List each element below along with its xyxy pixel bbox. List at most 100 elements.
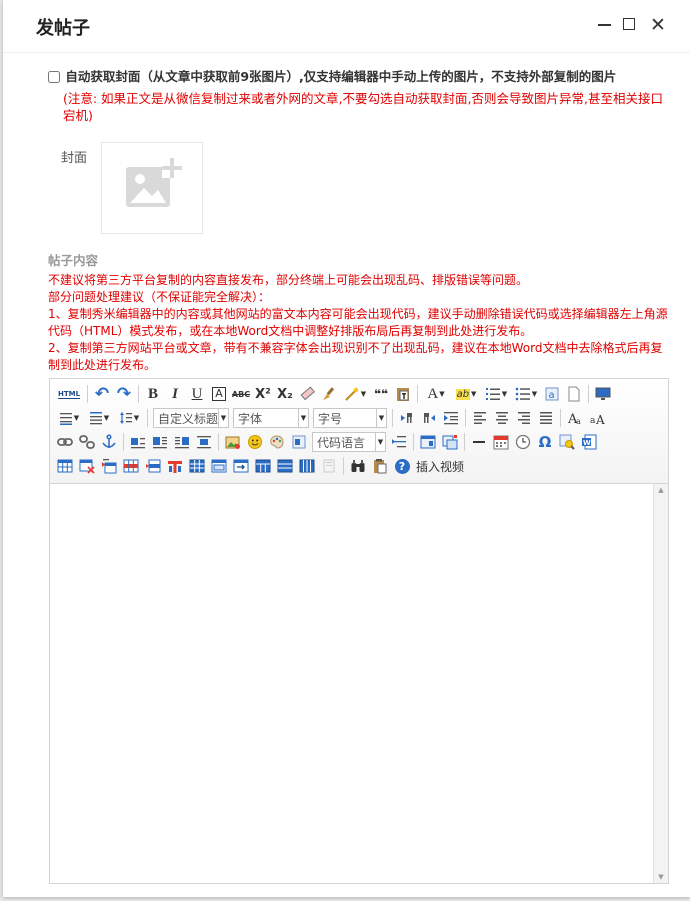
autotypeset-button[interactable]: ▼: [340, 383, 370, 405]
maximize-icon[interactable]: [620, 15, 640, 35]
search-replace-button[interactable]: [556, 431, 578, 453]
eraser-button[interactable]: [296, 383, 318, 405]
auto-cover-option[interactable]: 自动获取封面（从文章中获取前9张图片）,仅支持编辑器中手动上传的图片，不支持外部…: [48, 66, 616, 85]
toolbar-separator: [87, 385, 88, 403]
image-center-button[interactable]: [193, 431, 215, 453]
insert-image-button[interactable]: [222, 431, 244, 453]
uppercase-button[interactable]: Aa: [564, 407, 586, 429]
align-left-button[interactable]: [469, 407, 491, 429]
toolbar-separator: [464, 433, 465, 451]
align-center-button[interactable]: [491, 407, 513, 429]
merge-cells-button[interactable]: [208, 455, 230, 477]
svg-text:W: W: [583, 439, 591, 447]
line-height-button[interactable]: ▼: [54, 407, 84, 429]
merge-right-button[interactable]: [230, 455, 252, 477]
pasteplain-button[interactable]: [392, 383, 414, 405]
text-format-icon: a: [545, 387, 559, 401]
direction-rtl-button[interactable]: [418, 407, 440, 429]
toolbar-separator: [413, 433, 414, 451]
preview-button[interactable]: [592, 383, 614, 405]
delete-table-button[interactable]: [76, 455, 98, 477]
image-left-button[interactable]: [149, 431, 171, 453]
align-right-icon: [518, 412, 530, 424]
backcolor-button[interactable]: ab ▼: [451, 383, 481, 405]
scroll-down-icon[interactable]: ▼: [654, 871, 668, 883]
split-to-cells-button[interactable]: [274, 455, 296, 477]
align-right-button[interactable]: [513, 407, 535, 429]
close-icon[interactable]: ✕: [648, 15, 668, 35]
page-break-button[interactable]: [388, 431, 410, 453]
insert-time-button[interactable]: [512, 431, 534, 453]
merge-down-button[interactable]: [252, 455, 274, 477]
undo-button[interactable]: ↶: [91, 383, 113, 405]
template-button[interactable]: [439, 431, 461, 453]
special-char-button[interactable]: Ω: [534, 431, 556, 453]
bold-button[interactable]: B: [142, 383, 164, 405]
paragraph-format-select[interactable]: 自定义标题 ▼: [153, 408, 229, 428]
split-rows-icon: [299, 459, 315, 473]
split-to-cols-button[interactable]: [318, 455, 340, 477]
blockquote-button[interactable]: ❝❝: [370, 383, 392, 405]
binoculars-icon: [351, 460, 365, 472]
split-to-rows-button[interactable]: [296, 455, 318, 477]
rowspacing-button[interactable]: a: [541, 383, 563, 405]
delete-column-button[interactable]: [186, 455, 208, 477]
indent-button[interactable]: [440, 407, 462, 429]
paste-button[interactable]: [369, 455, 391, 477]
source-html-button[interactable]: HTML: [54, 383, 84, 405]
font-size-select[interactable]: 字号 ▼: [313, 408, 387, 428]
editor-content-area[interactable]: [50, 484, 654, 883]
insert-table-button[interactable]: [54, 455, 76, 477]
fontborder-button[interactable]: A: [208, 383, 230, 405]
subscript-button[interactable]: X₂: [274, 383, 296, 405]
auto-cover-warning: (注意: 如果正文是从微信复制过来或者外网的文章,不要勾选自动获取封面,否则会导…: [63, 91, 663, 123]
redo-button[interactable]: ↷: [113, 383, 135, 405]
superscript-button[interactable]: X²: [252, 383, 274, 405]
link-button[interactable]: [54, 431, 76, 453]
insert-frame-button[interactable]: [417, 431, 439, 453]
code-language-select[interactable]: 代码语言 ▼: [312, 432, 386, 452]
format-brush-button[interactable]: [318, 383, 340, 405]
italic-button[interactable]: I: [164, 383, 186, 405]
ordered-list-button[interactable]: ▼: [481, 383, 511, 405]
word-image-button[interactable]: W: [578, 431, 600, 453]
insert-date-button[interactable]: [490, 431, 512, 453]
horizontal-rule-button[interactable]: [468, 431, 490, 453]
unordered-list-button[interactable]: ▼: [511, 383, 541, 405]
direction-ltr-button[interactable]: [396, 407, 418, 429]
insert-row-button[interactable]: [120, 455, 142, 477]
strikethrough-icon: ABC: [231, 389, 251, 399]
help-button[interactable]: ?: [391, 455, 413, 477]
image-none-button[interactable]: [127, 431, 149, 453]
editor-scrollbar[interactable]: ▲ ▼: [653, 484, 668, 883]
print-button[interactable]: [347, 455, 369, 477]
image-float-left-icon: [153, 437, 167, 449]
emotion-button[interactable]: [244, 431, 266, 453]
row-spacing-button[interactable]: ▼: [114, 407, 144, 429]
insert-column-button[interactable]: [164, 455, 186, 477]
font-family-select[interactable]: 字体 ▼: [233, 408, 309, 428]
rich-text-editor: HTML ↶ ↷ B I U A ABC X² X₂ ▼ ❝❝ A ▼ ab ▼…: [49, 378, 669, 884]
cover-upload-button[interactable]: [101, 142, 203, 234]
chevron-down-icon: ▼: [376, 409, 386, 427]
auto-cover-checkbox[interactable]: [48, 71, 60, 83]
unlink-button[interactable]: [76, 431, 98, 453]
scroll-up-icon[interactable]: ▲: [654, 484, 668, 496]
new-document-button[interactable]: [563, 383, 585, 405]
delete-row-button[interactable]: [142, 455, 164, 477]
strikethrough-button[interactable]: ABC: [230, 383, 252, 405]
align-justify-button[interactable]: [535, 407, 557, 429]
brush-icon: [323, 387, 335, 400]
insert-code-button[interactable]: [288, 431, 310, 453]
insert-video-button[interactable]: 插入视频: [416, 458, 464, 475]
minimize-icon[interactable]: [595, 15, 615, 35]
scrawl-button[interactable]: [266, 431, 288, 453]
lowercase-button[interactable]: aA: [586, 407, 608, 429]
image-right-button[interactable]: [171, 431, 193, 453]
toolbar-separator: [588, 385, 589, 403]
insert-paragraph-before-table-button[interactable]: [98, 455, 120, 477]
forecolor-button[interactable]: A ▼: [421, 383, 451, 405]
paragraph-spacing-button[interactable]: ▼: [84, 407, 114, 429]
underline-button[interactable]: U: [186, 383, 208, 405]
anchor-button[interactable]: [98, 431, 120, 453]
